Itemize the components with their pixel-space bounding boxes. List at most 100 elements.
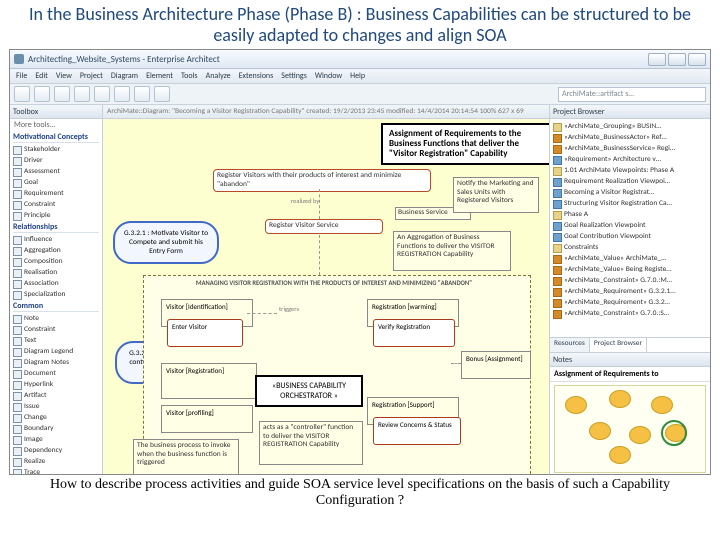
tab-resources[interactable]: Resources (550, 338, 590, 352)
toolbox-cat-relationships[interactable]: Relationships (13, 222, 99, 233)
toolbox-item[interactable]: Image (10, 434, 102, 445)
thumb-highlight-ring (661, 420, 687, 446)
thumbnail-diagram[interactable] (554, 385, 706, 473)
toolbox-item[interactable]: Association (10, 278, 102, 289)
toolbox-item[interactable]: Constraint (10, 324, 102, 335)
toolbox-item[interactable]: Requirement (10, 188, 102, 199)
notify-box[interactable]: Notify the Marketing and Sales Units wit… (453, 177, 539, 213)
toolbar-button[interactable] (14, 86, 30, 102)
notes-title: Notes (550, 353, 710, 367)
menu-element[interactable]: Element (146, 71, 173, 81)
toolbox-item[interactable]: Issue (10, 401, 102, 412)
tree-node[interactable]: «ArchiMate_Value» ArchiMate_… (550, 253, 710, 264)
project-tree[interactable]: «ArchiMate_Grouping» BUSIN… «ArchiMate_B… (550, 119, 710, 337)
close-button[interactable] (688, 53, 706, 66)
toolbox-item[interactable]: Change (10, 412, 102, 423)
tab-project-browser[interactable]: Project Browser (590, 338, 647, 352)
toolbar-button[interactable] (94, 86, 110, 102)
tree-node[interactable]: «Requirement» Architecture v… (550, 154, 710, 165)
toolbox-item[interactable]: Diagram Notes (10, 357, 102, 368)
tree-node[interactable]: «ArchiMate_BusinessService» Regi… (550, 143, 710, 154)
search-input[interactable]: ArchiMate::artifact s… (558, 87, 706, 102)
toolbox-item[interactable]: Specialization (10, 289, 102, 300)
toolbox-item[interactable]: Goal (10, 177, 102, 188)
func-bonus[interactable]: Bonus [Assignment] (461, 351, 531, 379)
toolbar-button[interactable] (74, 86, 90, 102)
toolbox-item[interactable]: Constraint (10, 199, 102, 210)
menu-analyze[interactable]: Analyze (206, 71, 231, 81)
tree-node[interactable]: Goal Contribution Viewpoint (550, 231, 710, 242)
toolbox-item[interactable]: Text (10, 335, 102, 346)
toolbox-cat-motivation[interactable]: Motivational Concepts (13, 132, 99, 143)
func-verify-registration[interactable]: Verify Registration (373, 319, 455, 347)
toolbox-item[interactable]: Document (10, 368, 102, 379)
tree-node[interactable]: «ArchiMate_Requirement» G.3.2.1… (550, 286, 710, 297)
menu-edit[interactable]: Edit (35, 71, 48, 81)
menu-tools[interactable]: Tools (181, 71, 198, 81)
menu-window[interactable]: Window (315, 71, 342, 81)
notes-heading: Assignment of Requirements to (550, 367, 710, 382)
toolbox-item[interactable]: Aggregation (10, 245, 102, 256)
toolbox-item[interactable]: Stakeholder (10, 144, 102, 155)
toolbar-button[interactable] (154, 86, 170, 102)
tree-node[interactable]: Requirement Realization Viewpoi… (550, 176, 710, 187)
tree-node[interactable]: «ArchiMate_Constraint» G.7.0.:M… (550, 275, 710, 286)
minimize-button[interactable] (648, 53, 666, 66)
tree-node[interactable]: 1.01 ArchiMate Viewpoints: Phase A (550, 165, 710, 176)
toolbox-item[interactable]: Assessment (10, 166, 102, 177)
toolbox-item[interactable]: Hyperlink (10, 379, 102, 390)
toolbox-cat-common[interactable]: Common (13, 301, 99, 312)
toolbox-item[interactable]: Composition (10, 256, 102, 267)
toolbox-item[interactable]: Principle (10, 210, 102, 221)
tree-node[interactable]: Phase A (550, 209, 710, 220)
toolbar: ArchiMate::artifact s… (10, 84, 710, 105)
slide-title: In the Business Architecture Phase (Phas… (0, 0, 720, 47)
menu-view[interactable]: View (56, 71, 72, 81)
diagram-canvas[interactable]: Register Visitors with their products of… (103, 119, 549, 475)
tree-node[interactable]: «ArchiMate_Requirement» G.3.2… (550, 297, 710, 308)
menubar[interactable]: File Edit View Project Diagram Element T… (10, 69, 710, 84)
toolbox-item[interactable]: Artifact (10, 390, 102, 401)
toolbar-button[interactable] (54, 86, 70, 102)
tree-node[interactable]: Constraints (550, 242, 710, 253)
toolbar-button[interactable] (114, 86, 130, 102)
func-review[interactable]: Review Concerns & Status (373, 417, 461, 445)
toolbox-item[interactable]: Realisation (10, 267, 102, 278)
browser-tabs[interactable]: Resources Project Browser (550, 337, 710, 353)
toolbox-title: Toolbox (10, 105, 102, 119)
toolbar-button[interactable] (34, 86, 50, 102)
tree-node[interactable]: «ArchiMate_Grouping» BUSIN… (550, 121, 710, 132)
tree-node[interactable]: Becoming a Visitor Registrat… (550, 187, 710, 198)
toolbox-item[interactable]: Realize (10, 456, 102, 467)
requirement-g321[interactable]: G.3.2.1 : Motivate Visitor to Compete an… (113, 221, 219, 264)
window-controls (648, 53, 706, 66)
toolbox-more[interactable]: More tools… (10, 119, 102, 131)
tree-node[interactable]: Goal Realization Viewpoint (550, 220, 710, 231)
thumb-node (609, 390, 631, 408)
project-browser-title: Project Browser (550, 105, 710, 119)
toolbox-item[interactable]: Influence (10, 234, 102, 245)
menu-file[interactable]: File (16, 71, 27, 81)
toolbox-item[interactable]: Diagram Legend (10, 346, 102, 357)
tree-node[interactable]: «ArchiMate_Value» Being Registe… (550, 264, 710, 275)
func-profiling[interactable]: Visitor [profiling] (161, 405, 253, 433)
register-service-box[interactable]: Register Visitor Service (265, 219, 383, 233)
func-enter-visitor[interactable]: Enter Visitor (167, 319, 243, 347)
menu-settings[interactable]: Settings (281, 71, 307, 81)
toolbox-item[interactable]: Dependency (10, 445, 102, 456)
tree-node[interactable]: «ArchiMate_Constraint» G.7.0.:S… (550, 308, 710, 319)
toolbar-button[interactable] (134, 86, 150, 102)
menu-project[interactable]: Project (80, 71, 103, 81)
func-registration[interactable]: Visitor [Registration] (161, 363, 257, 399)
top-service-box[interactable]: Register Visitors with their products of… (213, 169, 431, 192)
menu-extensions[interactable]: Extensions (239, 71, 274, 81)
toolbox-item[interactable]: Trace (10, 467, 102, 475)
menu-diagram[interactable]: Diagram (111, 71, 138, 81)
tree-node[interactable]: «ArchiMate_BusinessActor» Ref… (550, 132, 710, 143)
toolbox-item[interactable]: Note (10, 313, 102, 324)
toolbox-item[interactable]: Boundary (10, 423, 102, 434)
maximize-button[interactable] (668, 53, 686, 66)
menu-help[interactable]: Help (350, 71, 365, 81)
toolbox-item[interactable]: Driver (10, 155, 102, 166)
tree-node[interactable]: Structuring Visitor Registration Ca… (550, 198, 710, 209)
